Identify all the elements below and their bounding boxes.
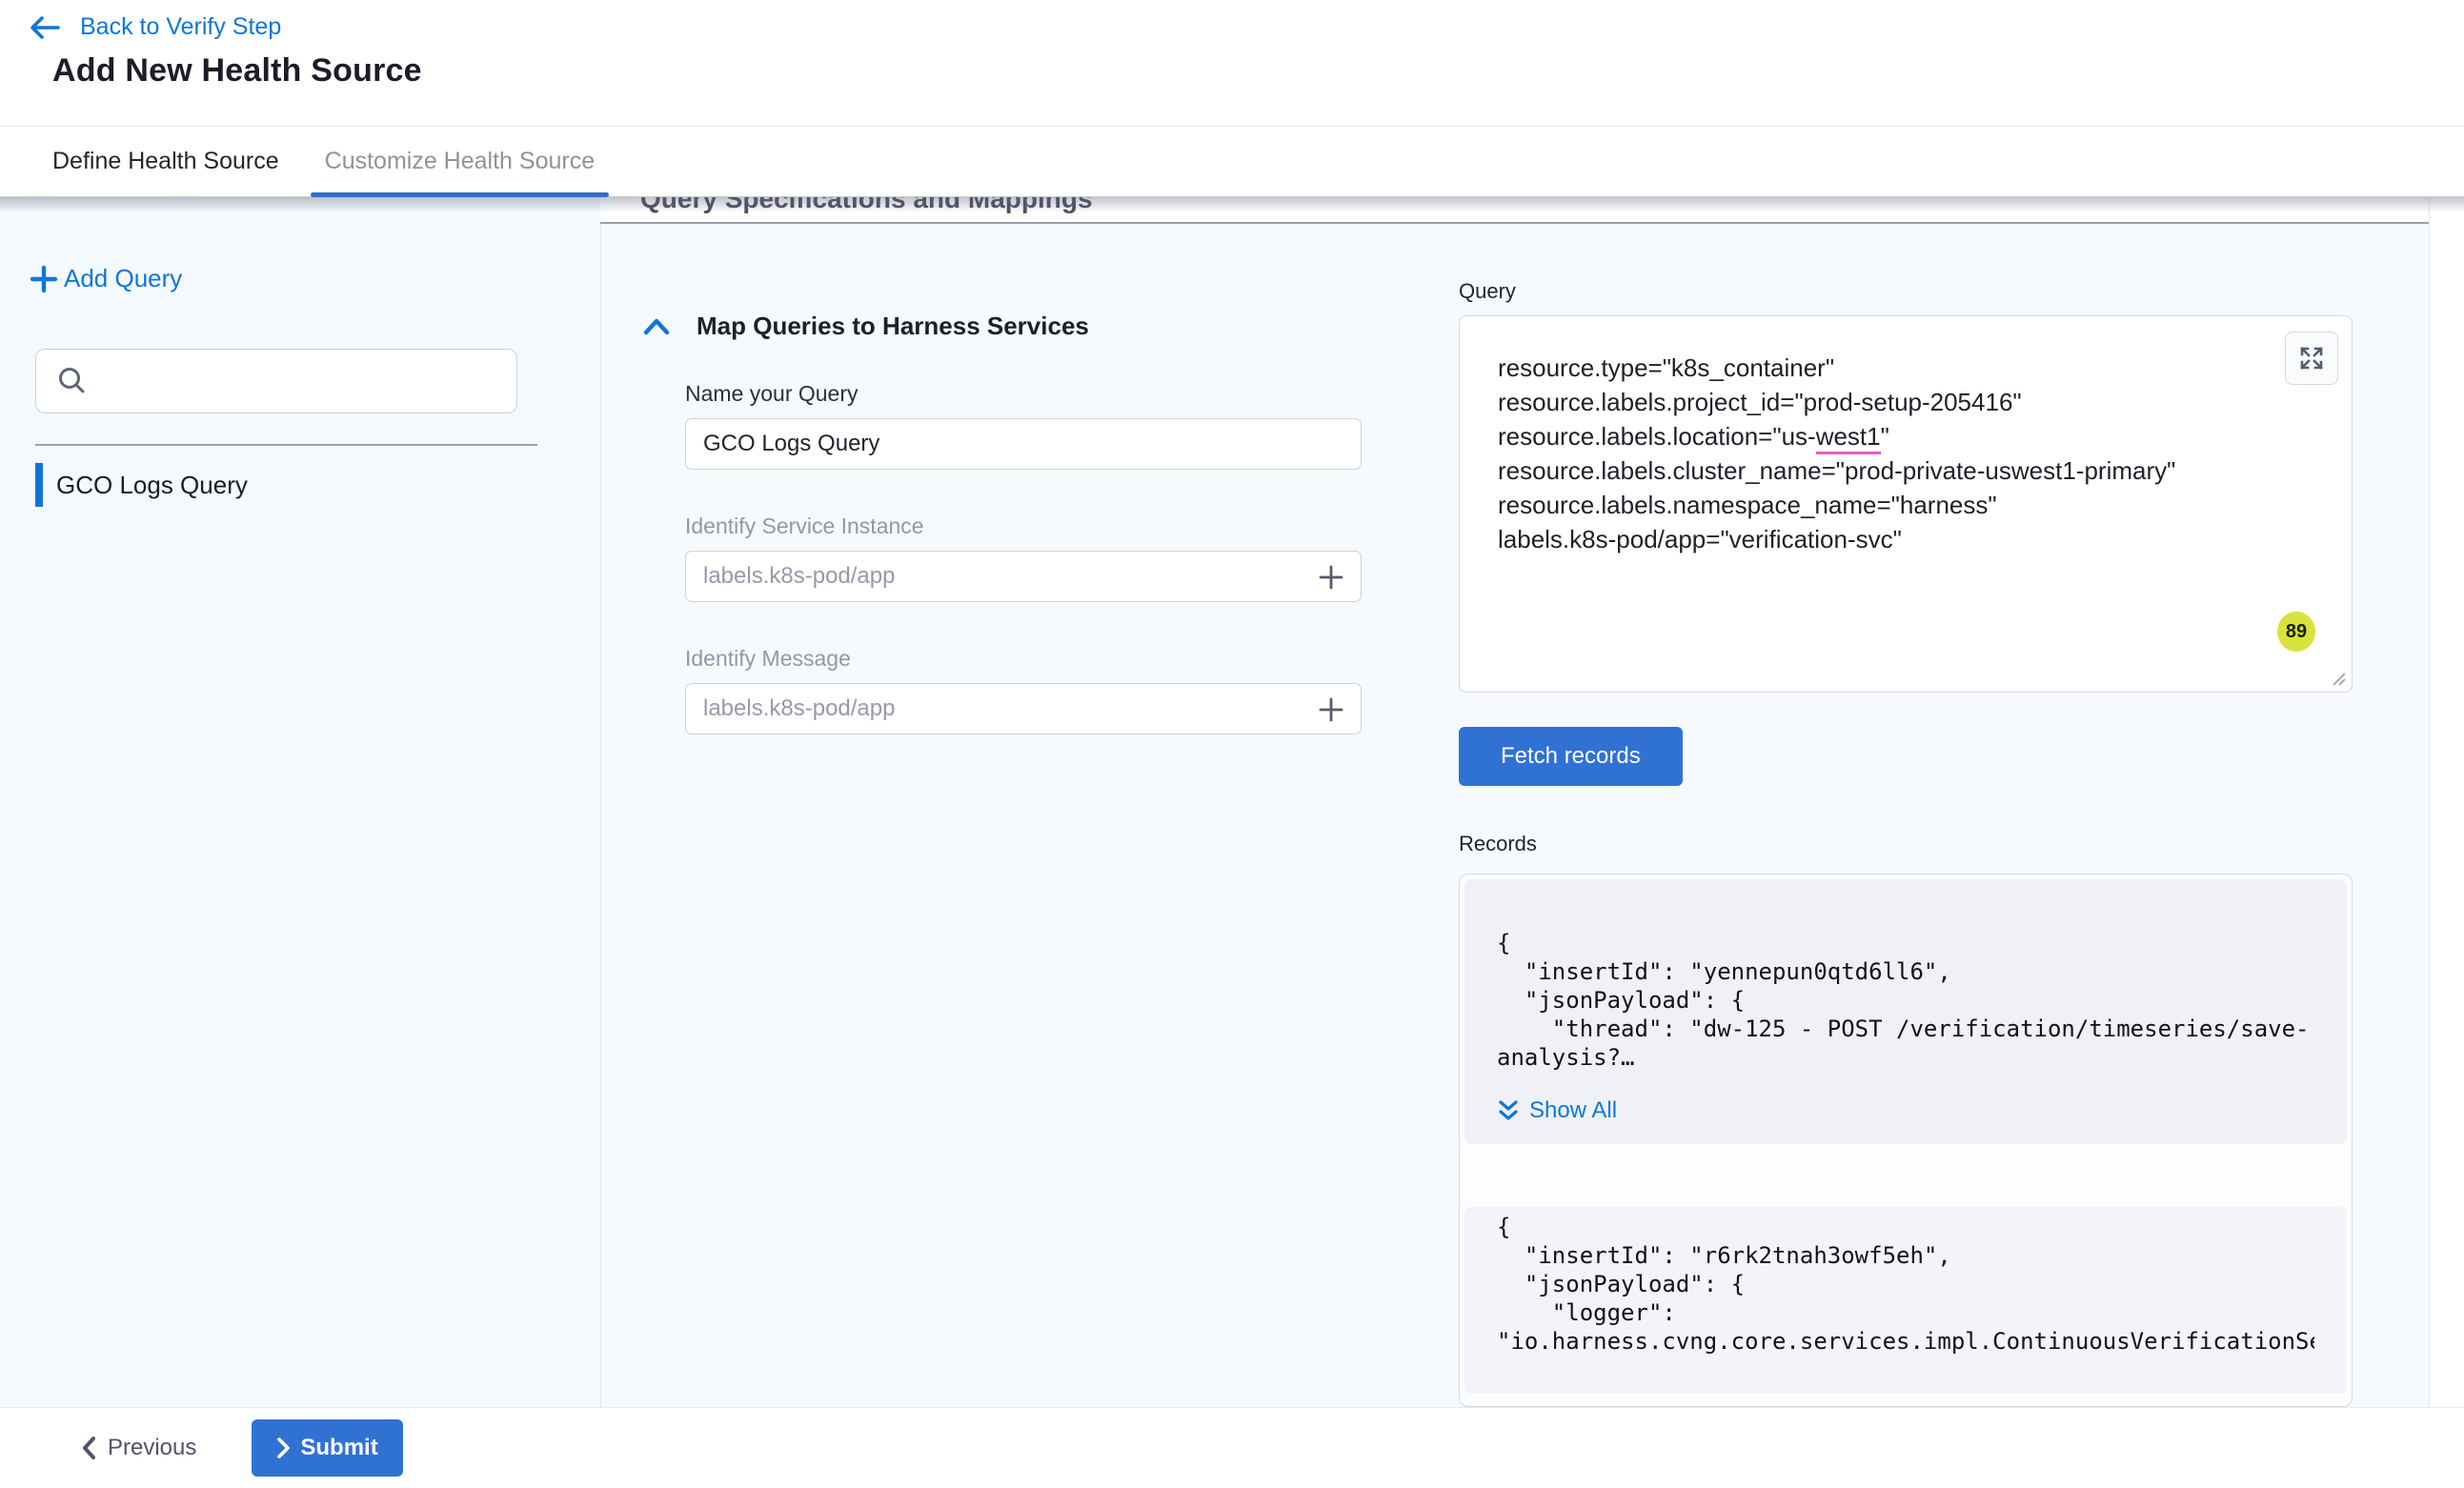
query-label: Query	[1459, 279, 2431, 304]
add-service-instance-plus-icon[interactable]	[1317, 563, 1345, 592]
expand-icon	[2298, 345, 2325, 372]
map-queries-title: Map Queries to Harness Services	[697, 312, 1089, 341]
chevron-right-icon	[276, 1437, 291, 1459]
service-instance-input[interactable]	[686, 563, 1361, 590]
query-sidebar: Add Query GCO Logs Query	[0, 197, 600, 1407]
search-input[interactable]	[103, 368, 465, 394]
query-line: resource.labels.cluster_name="prod-priva…	[1498, 453, 2313, 488]
page-title: Add New Health Source	[52, 52, 2464, 90]
query-line: labels.k8s-pod/app="verification-svc"	[1498, 522, 2313, 556]
identify-message-input[interactable]	[686, 695, 1361, 722]
tab-define-health-source[interactable]: Define Health Source	[52, 127, 279, 196]
selected-indicator-bar	[35, 463, 43, 507]
add-query-label: Add Query	[64, 264, 182, 293]
submit-button[interactable]: Submit	[252, 1419, 402, 1477]
add-message-plus-icon[interactable]	[1317, 695, 1345, 724]
section-header: Query Specifications and Mappings Enter …	[600, 197, 2429, 222]
resize-handle-icon[interactable]	[2328, 668, 2347, 687]
chevron-left-icon	[81, 1436, 96, 1460]
page-header: Back to Verify Step Add New Health Sourc…	[0, 0, 2464, 127]
previous-label: Previous	[108, 1435, 196, 1461]
plus-icon	[30, 265, 58, 293]
map-queries-header: Map Queries to Harness Services	[641, 312, 1459, 341]
records-label: Records	[1459, 832, 2431, 856]
right-margin	[2430, 197, 2464, 1407]
content-area: Add Query GCO Logs Query Query Specifica…	[0, 197, 2464, 1407]
misspelled-word: west1	[1816, 422, 1881, 454]
query-list-item-gco-logs[interactable]: GCO Logs Query	[0, 463, 600, 507]
section-title: Query Specifications and Mappings	[640, 197, 2429, 216]
query-name-input[interactable]	[686, 431, 1361, 457]
query-editor[interactable]: resource.type="k8s_container" resource.l…	[1459, 315, 2353, 693]
identify-message-label: Identify Message	[685, 646, 1362, 672]
show-all-link[interactable]: Show All	[1497, 1096, 2314, 1138]
mapping-body: Map Queries to Harness Services Name you…	[600, 224, 2429, 1407]
fetch-records-button[interactable]: Fetch records	[1459, 727, 1683, 786]
map-queries-column: Map Queries to Harness Services Name you…	[601, 224, 1459, 1407]
records-panel: { "insertId": "yennepun0qtd6ll6", "jsonP…	[1459, 874, 2353, 1407]
back-link-label: Back to Verify Step	[80, 13, 281, 41]
mapping-fields: Name your Query Identify Service Instanc…	[685, 381, 1362, 734]
expand-query-button[interactable]	[2285, 332, 2338, 385]
submit-label: Submit	[300, 1435, 377, 1461]
name-query-label: Name your Query	[685, 381, 1362, 407]
double-chevron-down-icon	[1497, 1098, 1520, 1123]
query-item-label: GCO Logs Query	[56, 471, 248, 500]
add-query-button[interactable]: Add Query	[30, 264, 600, 293]
query-column: Query resource.type="k8s_container" reso…	[1459, 224, 2431, 1407]
service-instance-field-wrap	[685, 551, 1362, 602]
add-health-source-screen: Back to Verify Step Add New Health Sourc…	[0, 0, 2464, 1488]
sidebar-divider	[35, 444, 537, 446]
record-item: { "insertId": "r6rk2tnah3owf5eh", "jsonP…	[1464, 1207, 2347, 1394]
show-all-label: Show All	[1529, 1096, 1617, 1125]
previous-button[interactable]: Previous	[81, 1435, 196, 1461]
tab-label: Define Health Source	[52, 148, 279, 175]
query-line: resource.labels.project_id="prod-setup-2…	[1498, 385, 2313, 419]
back-arrow-icon	[29, 15, 61, 40]
tab-label: Customize Health Source	[325, 148, 595, 175]
tab-bar: Define Health Source Customize Health So…	[0, 127, 2464, 197]
record-item: { "insertId": "yennepun0qtd6ll6", "jsonP…	[1464, 879, 2347, 1144]
collapse-chevron-up-icon[interactable]	[641, 315, 672, 338]
identify-service-instance-label: Identify Service Instance	[685, 513, 1362, 539]
tab-customize-health-source[interactable]: Customize Health Source	[311, 127, 609, 196]
back-link[interactable]: Back to Verify Step	[29, 0, 2464, 41]
identify-message-field-wrap	[685, 683, 1362, 734]
query-line: resource.type="k8s_container"	[1498, 351, 2313, 385]
search-icon	[55, 364, 90, 398]
query-line: resource.labels.location="us-west1"	[1498, 419, 2313, 453]
char-count-badge: 89	[2277, 612, 2315, 652]
footer-bar: Previous Submit	[0, 1407, 2464, 1488]
name-query-field-wrap	[685, 418, 1362, 470]
query-line: resource.labels.namespace_name="harness"	[1498, 488, 2313, 522]
main-panel: Query Specifications and Mappings Enter …	[600, 197, 2430, 1407]
query-search[interactable]	[35, 349, 517, 413]
